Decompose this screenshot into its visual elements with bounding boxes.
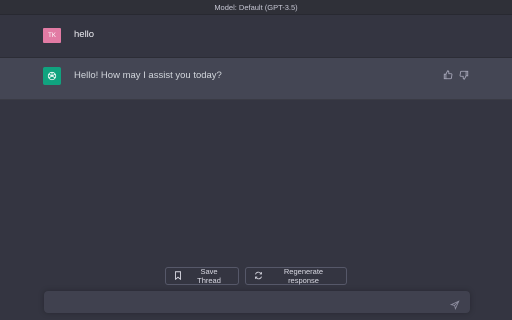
regenerate-response-button[interactable]: Regenerate response [245, 267, 347, 285]
thumbs-down-icon[interactable] [459, 70, 469, 80]
user-message-text: hello [74, 29, 95, 40]
user-message-row: TK hello [0, 15, 512, 58]
message-composer [44, 291, 470, 313]
model-header: Model: Default (GPT-3.5) [0, 0, 512, 15]
regenerate-label: Regenerate response [283, 267, 324, 285]
feedback-buttons [443, 70, 469, 80]
thumbs-up-icon[interactable] [443, 70, 453, 80]
refresh-icon [254, 271, 263, 282]
assistant-message-text: Hello! How may I assist you today? [74, 70, 222, 81]
openai-logo-icon [43, 67, 61, 85]
thread-actions: Save Thread Regenerate response [0, 267, 512, 287]
save-thread-label: Save Thread [197, 267, 221, 285]
user-avatar-initials: TK [48, 32, 56, 39]
assistant-message-row: Hello! How may I assist you today? [0, 58, 512, 100]
message-input[interactable] [52, 294, 446, 312]
send-icon[interactable] [449, 297, 460, 311]
save-thread-button[interactable]: Save Thread [165, 267, 239, 285]
bookmark-icon [174, 270, 182, 282]
user-avatar: TK [43, 28, 61, 43]
model-label: Model: Default (GPT-3.5) [214, 2, 298, 12]
